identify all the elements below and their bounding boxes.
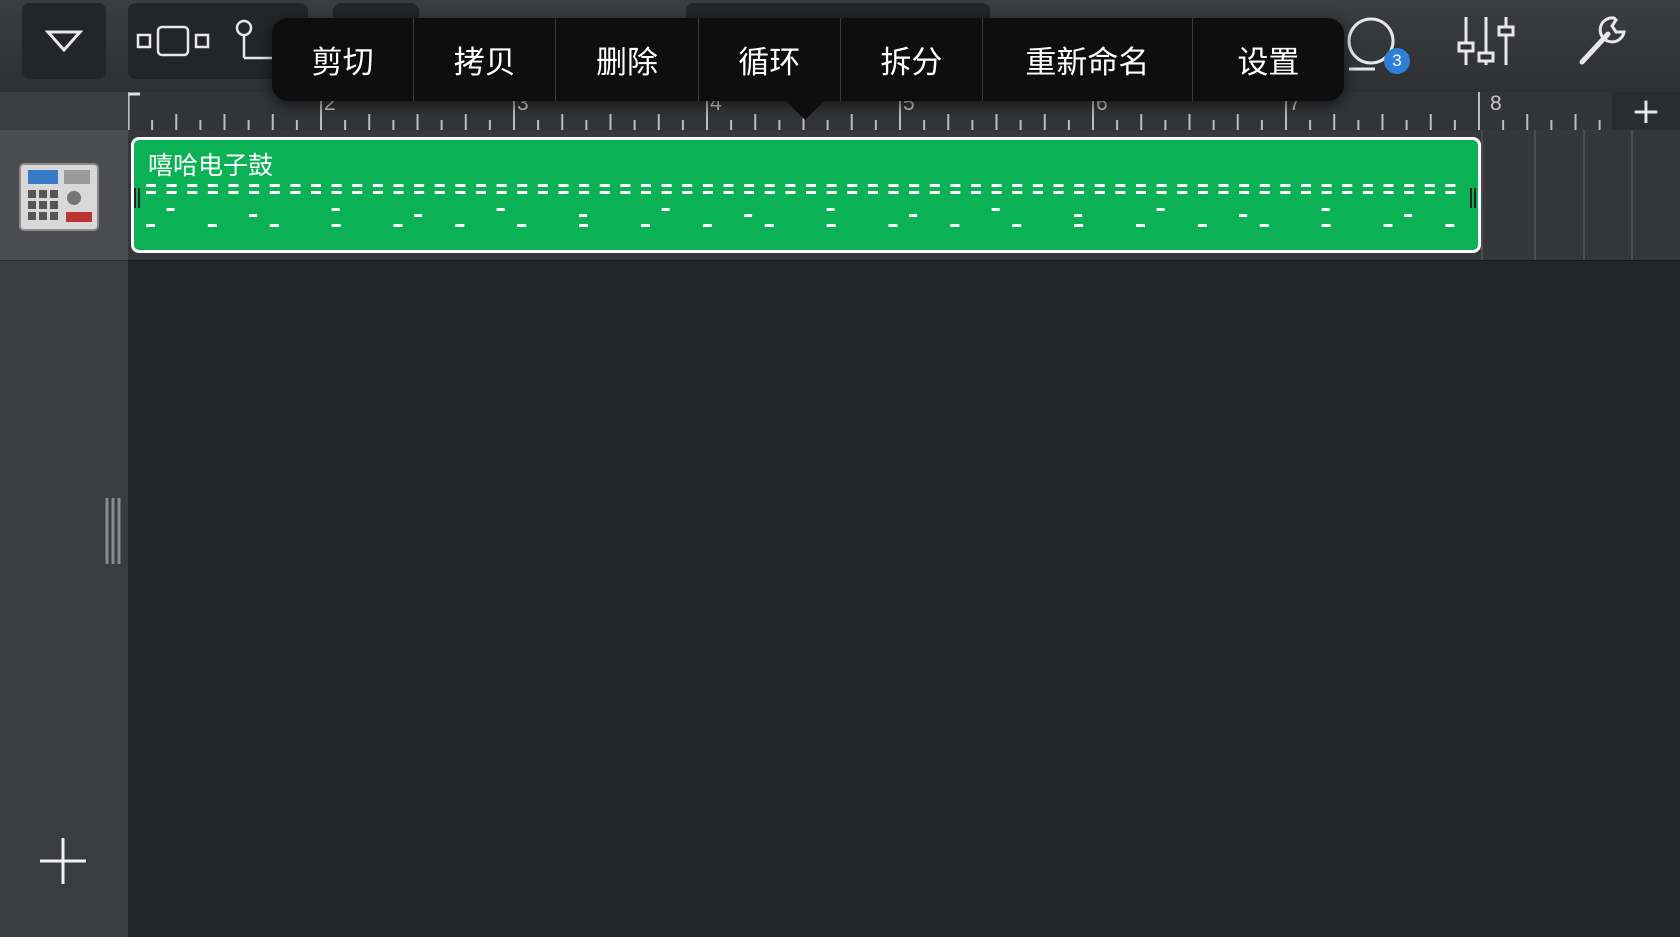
audio-region[interactable]: 嘻哈电子鼓: [131, 137, 1481, 253]
menu-pointer: [785, 100, 825, 120]
add-section-button[interactable]: +: [1612, 91, 1680, 132]
drum-pattern-notes: [146, 184, 1456, 227]
column-resize-handle[interactable]: [104, 498, 122, 564]
plus-icon: [40, 838, 86, 884]
chevron-down-icon: [44, 30, 84, 53]
settings-button[interactable]: [1570, 10, 1634, 72]
mixer-button[interactable]: [1454, 12, 1518, 70]
drum-machine-icon: [19, 163, 99, 231]
sliders-icon: [1457, 17, 1515, 65]
menu-item-rename[interactable]: 重新命名: [983, 18, 1193, 101]
bar-number-8: 8: [1490, 92, 1502, 115]
menu-item-settings[interactable]: 设置: [1193, 18, 1344, 101]
lane-bar-lines: [1481, 130, 1633, 260]
loop-browser-button[interactable]: 3: [1338, 10, 1410, 78]
region-right-handle[interactable]: [1469, 188, 1479, 208]
menu-item-split[interactable]: 拆分: [841, 18, 984, 101]
menu-item-copy[interactable]: 拷贝: [414, 18, 557, 101]
region-left-handle[interactable]: [133, 188, 143, 208]
menu-item-loop[interactable]: 循环: [699, 18, 841, 101]
menu-item-cut[interactable]: 剪切: [272, 18, 415, 101]
menu-item-delete[interactable]: 删除: [556, 18, 699, 101]
wrench-icon: [1579, 16, 1626, 65]
region-name: 嘻哈电子鼓: [148, 151, 274, 180]
region-edit-menu: 剪切 拷贝 删除 循环 拆分 重新命名 设置: [272, 18, 1344, 101]
tracks-menu-button[interactable]: [22, 3, 106, 79]
add-track-button[interactable]: [38, 836, 88, 886]
track-view-icon[interactable]: [136, 21, 210, 61]
loop-count-badge: 3: [1384, 48, 1410, 74]
